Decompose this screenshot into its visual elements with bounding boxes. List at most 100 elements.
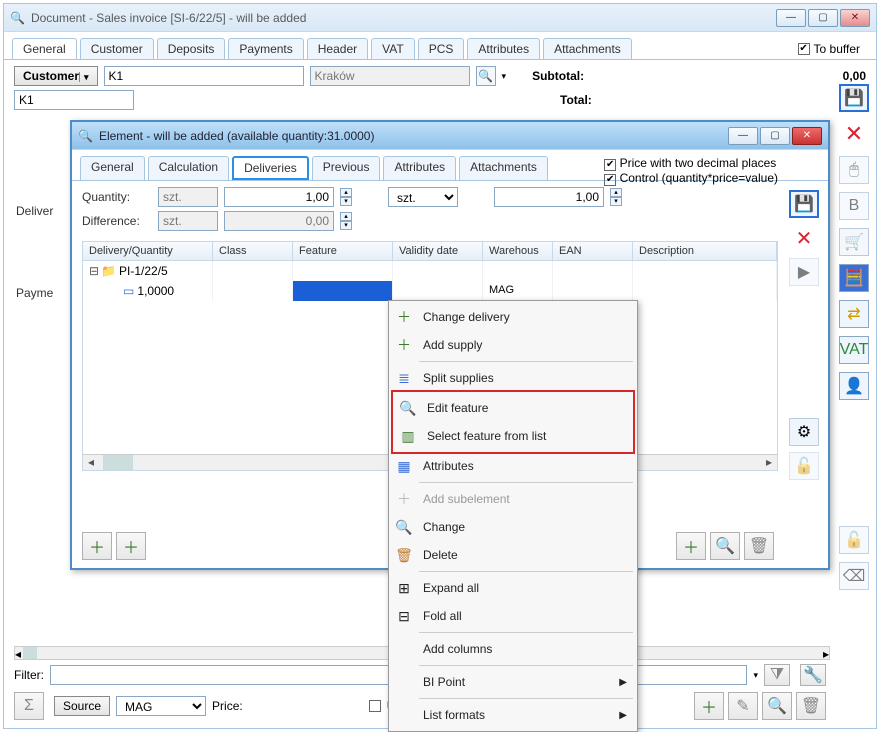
- grid-data-row[interactable]: ▭ 1,0000 MAG: [83, 281, 777, 301]
- tab-vat[interactable]: VAT: [371, 38, 415, 59]
- col-description[interactable]: Description: [633, 242, 777, 260]
- etab-previous[interactable]: Previous: [312, 156, 381, 180]
- tab-attributes[interactable]: Attributes: [467, 38, 540, 59]
- tab-deposits[interactable]: Deposits: [157, 38, 226, 59]
- menu-change[interactable]: 🔍Change: [389, 513, 637, 541]
- delete-icon[interactable]: ✕: [839, 120, 869, 148]
- element-close-button[interactable]: ✕: [792, 127, 822, 145]
- menu-fold-all[interactable]: ⊟Fold all: [389, 602, 637, 630]
- source-button[interactable]: Source: [54, 696, 110, 716]
- tab-attachments[interactable]: Attachments: [543, 38, 632, 59]
- quantity2-input[interactable]: [494, 187, 604, 207]
- cart-icon[interactable]: 🛒: [839, 228, 869, 256]
- menu-add-columns[interactable]: Add columns: [389, 635, 637, 663]
- add-icon[interactable]: ＋: [694, 692, 724, 720]
- update-checkbox[interactable]: [369, 700, 381, 712]
- difference-spinner[interactable]: ▴▾: [340, 212, 352, 230]
- main-titlebar[interactable]: 🔍 Document - Sales invoice [SI-6/22/5] -…: [4, 4, 876, 32]
- maximize-button[interactable]: ▢: [808, 9, 838, 27]
- tab-payments[interactable]: Payments: [228, 38, 303, 59]
- add2-icon[interactable]: ＋: [116, 532, 146, 560]
- grid-header: Delivery/Quantity Class Feature Validity…: [83, 242, 777, 261]
- payment-label: Payme: [16, 286, 53, 300]
- col-validity[interactable]: Validity date: [393, 242, 483, 260]
- source-select[interactable]: MAG: [116, 696, 206, 716]
- menu-edit-feature[interactable]: 🔍Edit feature: [393, 394, 633, 422]
- subtotal-label: Subtotal:: [532, 69, 584, 83]
- expand-icon: ⊞: [393, 580, 415, 597]
- link-icon[interactable]: ⇄: [839, 300, 869, 328]
- etab-deliveries[interactable]: Deliveries: [232, 156, 309, 180]
- tab-customer[interactable]: Customer: [80, 38, 154, 59]
- unlock-icon[interactable]: 🔓: [839, 526, 869, 554]
- filter-settings-icon[interactable]: 🔧: [800, 664, 826, 686]
- element-titlebar[interactable]: 🔍 Element - will be added (available qua…: [72, 122, 828, 150]
- menu-list-formats[interactable]: List formats▶: [389, 701, 637, 729]
- etab-general[interactable]: General: [80, 156, 145, 180]
- quantity-input[interactable]: [224, 187, 334, 207]
- to-buffer-checkbox[interactable]: ✔: [798, 43, 810, 55]
- search-row-icon[interactable]: 🔍: [762, 692, 792, 720]
- col-ean[interactable]: EAN: [553, 242, 633, 260]
- menu-expand-all[interactable]: ⊞Expand all: [389, 574, 637, 602]
- menu-bi-point[interactable]: BI Point▶: [389, 668, 637, 696]
- trash-row-icon[interactable]: 🗑: [796, 692, 826, 720]
- quantity2-spinner[interactable]: ▴▾: [610, 188, 622, 206]
- tab-pcs[interactable]: PCS: [418, 38, 465, 59]
- edit-row-icon[interactable]: ✎: [728, 692, 758, 720]
- etab-attributes[interactable]: Attributes: [383, 156, 456, 180]
- tab-header[interactable]: Header: [307, 38, 368, 59]
- element-maximize-button[interactable]: ▢: [760, 127, 790, 145]
- etab-attachments[interactable]: Attachments: [459, 156, 548, 180]
- customer-button[interactable]: Customer▾: [14, 66, 98, 86]
- search2-icon[interactable]: 🔍: [710, 532, 740, 560]
- close-button[interactable]: ✕: [840, 9, 870, 27]
- edit-feature-icon: 🔍: [397, 400, 419, 417]
- quantity-label: Quantity:: [82, 190, 152, 204]
- customer-code-input[interactable]: [104, 66, 304, 86]
- calculator-icon[interactable]: 🧮: [839, 264, 869, 292]
- add1-icon[interactable]: ＋: [82, 532, 112, 560]
- lock2-icon[interactable]: 🔓: [789, 452, 819, 480]
- minimize-button[interactable]: —: [776, 9, 806, 27]
- bold-icon[interactable]: B: [839, 192, 869, 220]
- difference-input: [224, 211, 334, 231]
- customer-code2-input[interactable]: [14, 90, 134, 110]
- selected-cell[interactable]: [293, 281, 393, 301]
- menu-change-delivery[interactable]: ＋Change delivery: [389, 303, 637, 331]
- unit2-select[interactable]: szt.: [388, 187, 458, 207]
- col-delivery[interactable]: Delivery/Quantity: [83, 242, 213, 260]
- gear-icon[interactable]: ⚙: [789, 418, 819, 446]
- grid-group-row[interactable]: ⊟📁 PI-1/22/5: [83, 261, 777, 281]
- menu-select-feature[interactable]: ▥Select feature from list: [393, 422, 633, 450]
- add3-icon[interactable]: ＋: [676, 532, 706, 560]
- total-label: Total:: [560, 93, 592, 107]
- submenu-arrow-icon: ▶: [619, 677, 627, 688]
- menu-add-supply[interactable]: ＋Add supply: [389, 331, 637, 359]
- mouse-icon[interactable]: 🖱: [839, 156, 869, 184]
- col-feature[interactable]: Feature: [293, 242, 393, 260]
- person-icon[interactable]: 👤: [839, 372, 869, 400]
- etab-calculation[interactable]: Calculation: [148, 156, 229, 180]
- element-save-icon[interactable]: 💾: [789, 190, 819, 218]
- trash2-icon[interactable]: 🗑: [744, 532, 774, 560]
- col-class[interactable]: Class: [213, 242, 293, 260]
- control-checkbox[interactable]: ✔: [604, 174, 616, 186]
- col-warehouse[interactable]: Warehous: [483, 242, 553, 260]
- menu-attributes[interactable]: ▦Attributes: [389, 452, 637, 480]
- vat-icon[interactable]: VAT: [839, 336, 869, 364]
- element-minimize-button[interactable]: —: [728, 127, 758, 145]
- price-decimal-checkbox[interactable]: ✔: [604, 159, 616, 171]
- sum-icon[interactable]: Σ: [14, 692, 44, 720]
- menu-split-supplies[interactable]: ≣Split supplies: [389, 364, 637, 392]
- filter-funnel-icon[interactable]: ⧩: [764, 664, 790, 686]
- tab-general[interactable]: General: [12, 38, 77, 59]
- save-icon[interactable]: 💾: [839, 84, 869, 112]
- quantity-spinner[interactable]: ▴▾: [340, 188, 352, 206]
- element-delete-icon[interactable]: ✕: [789, 224, 819, 252]
- customer-lookup-icon[interactable]: 🔍: [476, 66, 496, 86]
- element-icon: 🔍: [78, 129, 93, 143]
- boot-icon[interactable]: ▶: [789, 258, 819, 286]
- clear-icon[interactable]: ⌫: [839, 562, 869, 590]
- menu-delete[interactable]: 🗑Delete: [389, 541, 637, 569]
